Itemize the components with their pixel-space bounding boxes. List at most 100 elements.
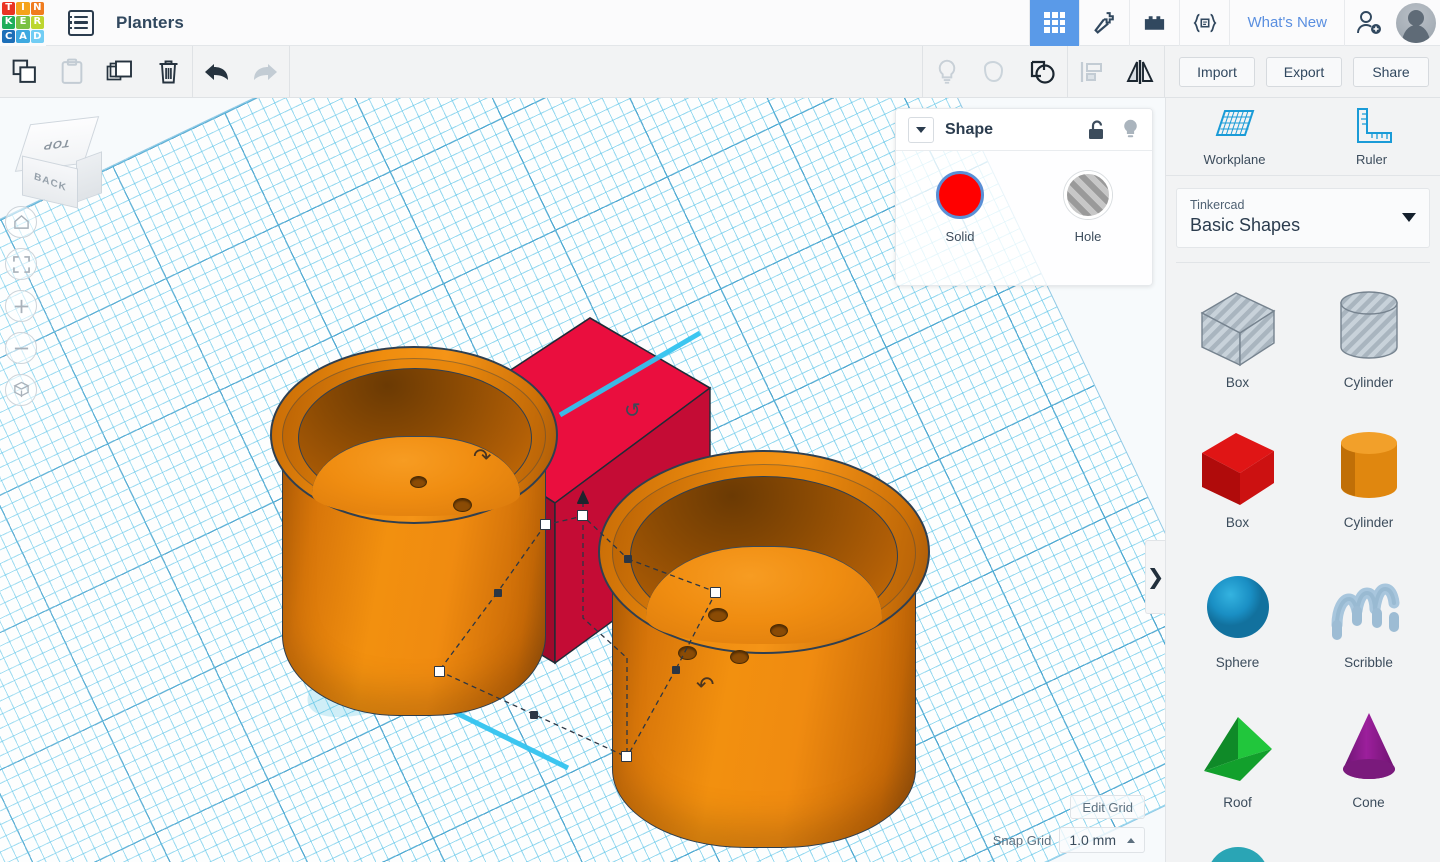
shape-box[interactable]: Box — [1172, 413, 1303, 553]
edit-grid-button[interactable]: Edit Grid — [1070, 795, 1145, 819]
list-icon[interactable] — [68, 9, 94, 36]
unlock-icon[interactable] — [1087, 119, 1107, 141]
home-icon — [13, 214, 29, 229]
ruler-tool[interactable]: Ruler — [1303, 98, 1440, 175]
shape-sphere-label: Sphere — [1215, 655, 1260, 670]
scale-handle-e[interactable] — [710, 587, 721, 598]
box-hatched-icon — [1200, 292, 1275, 367]
ungroup-button[interactable] — [1019, 46, 1067, 98]
tab-blocks[interactable] — [1129, 0, 1179, 46]
hole-swatch-cell[interactable]: Hole — [1064, 171, 1112, 244]
ortho-perspective-button[interactable] — [5, 374, 37, 406]
rotate-handle-icon[interactable]: ↷ — [473, 444, 491, 470]
delete-button[interactable] — [144, 46, 192, 98]
sidebar-collapse-button[interactable]: ❯ — [1145, 540, 1165, 614]
align-icon — [1080, 61, 1102, 82]
workplane-tool-label: Workplane — [1203, 151, 1266, 167]
inspector-collapse-button[interactable] — [908, 116, 934, 143]
tab-designs[interactable] — [1029, 0, 1080, 46]
undo-button[interactable] — [193, 46, 241, 98]
shape-scribble-label: Scribble — [1344, 655, 1393, 670]
shape-sphere[interactable]: Sphere — [1172, 553, 1303, 693]
logo-letter-0: T — [2, 1, 16, 15]
whats-new-link[interactable]: What's New — [1229, 0, 1344, 46]
library-select[interactable]: Tinkercad Basic Shapes — [1176, 188, 1430, 248]
tab-codeblocks-braces[interactable] — [1179, 0, 1229, 46]
view-cube-side-face[interactable] — [76, 151, 102, 203]
shape-roof[interactable]: Roof — [1172, 693, 1303, 833]
shape-box-hole-label: Box — [1225, 375, 1250, 390]
shape-roof-label: Roof — [1223, 795, 1252, 810]
top-bar: T I N K E R C A D Planters What's New — [0, 0, 1440, 46]
inspector-header: Shape — [896, 109, 1152, 151]
lightbulb-icon — [938, 59, 956, 84]
hammer-icon — [1094, 12, 1115, 34]
solid-swatch-cell[interactable]: Solid — [936, 171, 984, 244]
shape-cylinder[interactable]: Cylinder — [1303, 413, 1434, 553]
mirror-button[interactable] — [1116, 46, 1164, 98]
shape-wedge[interactable] — [1303, 833, 1434, 862]
hole-swatch[interactable] — [1064, 171, 1112, 219]
add-user-button[interactable] — [1344, 0, 1392, 46]
planter-right[interactable]: ↶ — [596, 450, 932, 848]
fit-view-button[interactable] — [5, 248, 37, 280]
view-cube-front-label: BACK — [32, 170, 68, 194]
rotate-handle-icon[interactable]: ↺ — [624, 398, 641, 423]
shape-cylinder-hole[interactable]: Cylinder — [1303, 273, 1434, 413]
workplane-tool[interactable]: Workplane — [1166, 98, 1303, 175]
shape-cone[interactable]: Cone — [1303, 693, 1434, 833]
zoom-in-button[interactable] — [5, 290, 37, 322]
copy-icon — [12, 59, 36, 83]
inspector-title: Shape — [945, 120, 994, 138]
sidebar-tools: Workplane Ruler — [1166, 98, 1440, 176]
fit-to-view-icon — [12, 255, 30, 273]
duplicate-button[interactable] — [96, 46, 144, 98]
edge-handle-s[interactable] — [530, 711, 538, 719]
caret-up-icon — [1127, 837, 1135, 843]
rotate-handle-icon[interactable]: ↶ — [696, 672, 714, 698]
shape-box-label: Box — [1225, 515, 1250, 530]
shape-gallery: Box Cylinder Box Cylinder Sphere Scribbl… — [1166, 263, 1440, 862]
shapes-sidebar: Workplane Ruler Tinkercad Basic Shapes B… — [1165, 98, 1440, 862]
home-view-button[interactable] — [5, 206, 37, 238]
library-select-wrap: Tinkercad Basic Shapes — [1166, 176, 1440, 248]
redo-button — [241, 46, 289, 98]
workplane-icon — [1215, 109, 1254, 136]
shape-box-hole[interactable]: Box — [1172, 273, 1303, 413]
shape-dome[interactable] — [1172, 833, 1303, 862]
paste-icon — [61, 58, 83, 84]
import-button[interactable]: Import — [1179, 56, 1255, 87]
scribble-icon — [1331, 583, 1399, 640]
caret-down-icon — [916, 126, 926, 133]
solid-swatch[interactable] — [936, 171, 984, 219]
tinkercad-logo[interactable]: T I N K E R C A D — [0, 0, 46, 46]
view-cube[interactable]: TOP BACK — [14, 116, 112, 212]
copy-button[interactable] — [0, 46, 48, 98]
drain-hole — [453, 498, 472, 512]
lightbulb-icon[interactable] — [1121, 118, 1140, 141]
tab-codeblocks[interactable] — [1079, 0, 1129, 46]
planter-left[interactable]: ↷ — [268, 346, 560, 716]
shape-cone-label: Cone — [1352, 795, 1385, 810]
edge-handle-w[interactable] — [494, 589, 502, 597]
scale-handle-nw[interactable] — [540, 519, 551, 530]
shape-scribble[interactable]: Scribble — [1303, 553, 1434, 693]
scale-handle-sw[interactable] — [434, 666, 445, 677]
trash-icon — [159, 60, 177, 83]
plus-icon — [14, 299, 28, 313]
share-button[interactable]: Share — [1353, 56, 1429, 87]
zoom-out-button[interactable] — [5, 332, 37, 364]
add-user-icon — [1356, 10, 1381, 34]
edge-handle-ne[interactable] — [624, 555, 632, 563]
scale-handle-top[interactable] — [577, 510, 588, 521]
avatar-button[interactable] — [1392, 0, 1440, 46]
edge-handle-se[interactable] — [672, 666, 680, 674]
export-button[interactable]: Export — [1266, 56, 1342, 87]
inspector-swatches: Solid Hole — [896, 151, 1152, 244]
snap-grid-select[interactable]: 1.0 mm — [1059, 827, 1145, 853]
logo-letter-3: K — [2, 15, 16, 30]
height-handle[interactable] — [577, 490, 589, 503]
scale-handle-bottom[interactable] — [621, 751, 632, 762]
dome-icon — [1210, 847, 1265, 862]
shape-wedge-art — [1329, 841, 1409, 862]
